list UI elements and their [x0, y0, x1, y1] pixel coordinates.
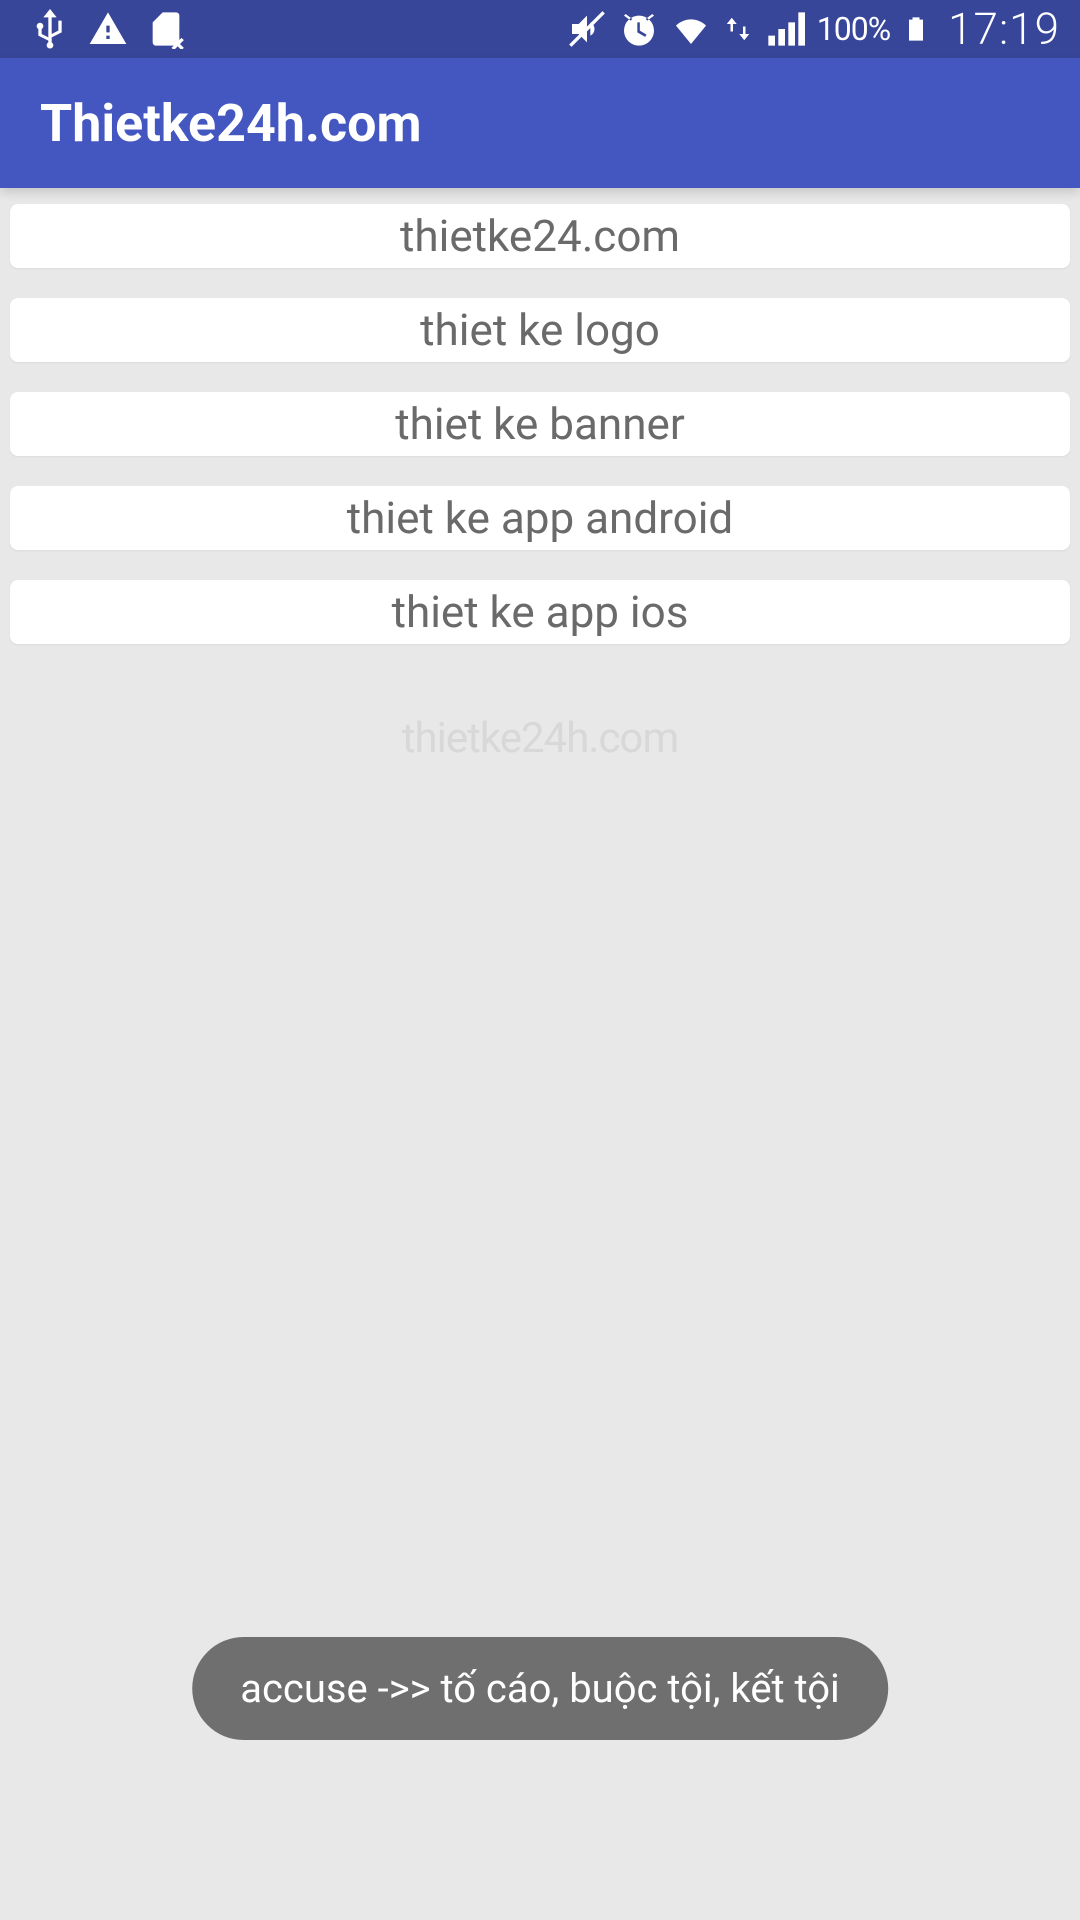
- alarm-icon: [619, 9, 659, 49]
- status-left: [30, 9, 186, 49]
- menu-list: thietke24.com thiet ke logo thiet ke ban…: [0, 188, 1080, 644]
- warning-icon: [88, 9, 128, 49]
- toast-message: accuse ->> tố cáo, buộc tội, kết tội: [192, 1637, 888, 1740]
- list-item[interactable]: thiet ke banner: [10, 392, 1070, 456]
- usb-icon: [30, 9, 70, 49]
- app-bar: Thietke24h.com: [0, 58, 1080, 188]
- signal-icon: [765, 9, 805, 49]
- battery-percent: 100%: [817, 10, 890, 48]
- battery-icon: [902, 9, 930, 49]
- status-bar: 100% 17:19: [0, 0, 1080, 58]
- watermark-text: thietke24h.com: [0, 714, 1080, 763]
- clock: 17:19: [948, 3, 1060, 55]
- status-right: 100% 17:19: [567, 3, 1060, 55]
- sim-error-icon: [146, 9, 186, 49]
- wifi-icon: [671, 9, 711, 49]
- list-item[interactable]: thiet ke app android: [10, 486, 1070, 550]
- data-icon: [723, 9, 753, 49]
- list-item[interactable]: thiet ke app ios: [10, 580, 1070, 644]
- mute-icon: [567, 9, 607, 49]
- list-item[interactable]: thiet ke logo: [10, 298, 1070, 362]
- list-item[interactable]: thietke24.com: [10, 204, 1070, 268]
- app-title: Thietke24h.com: [40, 93, 422, 154]
